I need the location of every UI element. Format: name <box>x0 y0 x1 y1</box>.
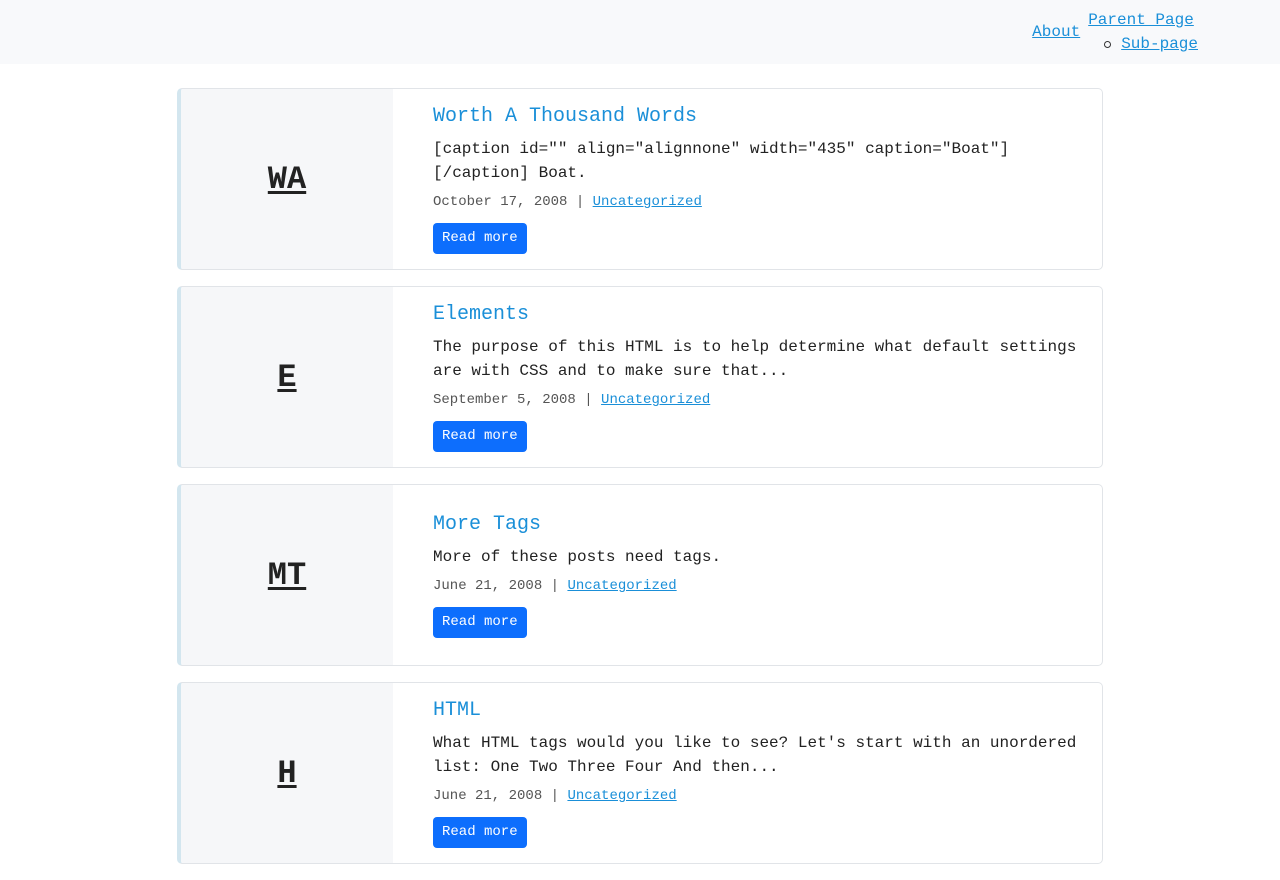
post-category-link[interactable]: Uncategorized <box>567 788 676 804</box>
post-initials-link[interactable]: H <box>277 755 296 792</box>
meta-separator: | <box>550 788 560 804</box>
post-category-link[interactable]: Uncategorized <box>593 194 702 210</box>
read-more-button[interactable]: Read more <box>433 607 527 638</box>
post-excerpt: The purpose of this HTML is to help dete… <box>433 338 1077 380</box>
nav-link-sub-page[interactable]: Sub-page <box>1121 32 1198 56</box>
post-card: E Elements The purpose of this HTML is t… <box>177 286 1103 468</box>
post-category-link[interactable]: Uncategorized <box>567 578 676 594</box>
post-date: June 21, 2008 <box>433 788 543 804</box>
post-meta: September 5, 2008 | Uncategorized <box>433 391 1080 409</box>
post-initials-link[interactable]: E <box>277 359 296 396</box>
nav-link-about[interactable]: About <box>1032 20 1080 44</box>
post-title[interactable]: HTML <box>433 699 1080 723</box>
main-nav: About Parent Page Sub-page <box>1032 8 1198 56</box>
post-meta: October 17, 2008 | Uncategorized <box>433 193 1080 211</box>
post-thumbnail: MT <box>181 485 393 665</box>
post-content: Elements The purpose of this HTML is to … <box>393 287 1102 467</box>
meta-separator: | <box>584 392 593 408</box>
read-more-button[interactable]: Read more <box>433 421 527 452</box>
post-thumbnail: E <box>181 287 393 467</box>
post-date: October 17, 2008 <box>433 194 568 210</box>
post-excerpt: What HTML tags would you like to see? Le… <box>433 734 1077 776</box>
post-category-link[interactable]: Uncategorized <box>601 392 710 408</box>
post-thumbnail: H <box>181 683 393 863</box>
post-thumbnail: WA <box>181 89 393 269</box>
post-title[interactable]: Elements <box>433 303 1080 327</box>
post-date: September 5, 2008 <box>433 392 576 408</box>
post-excerpt: [caption id="" align="alignnone" width="… <box>433 140 1010 182</box>
top-navigation-bar: About Parent Page Sub-page <box>0 0 1280 64</box>
circle-bullet-icon <box>1104 40 1112 48</box>
post-initials-link[interactable]: WA <box>268 161 306 198</box>
post-initials-link[interactable]: MT <box>268 557 306 594</box>
meta-separator: | <box>575 194 585 210</box>
post-meta: June 21, 2008 | Uncategorized <box>433 787 1080 805</box>
post-card: MT More Tags More of these posts need ta… <box>177 484 1103 666</box>
read-more-button[interactable]: Read more <box>433 817 527 848</box>
post-title[interactable]: Worth A Thousand Words <box>433 105 1080 129</box>
post-card: H HTML What HTML tags would you like to … <box>177 682 1103 864</box>
post-date: June 21, 2008 <box>433 578 543 594</box>
post-content: Worth A Thousand Words [caption id="" al… <box>393 89 1102 269</box>
nav-link-parent-page[interactable]: Parent Page <box>1088 8 1198 32</box>
nav-subitem: Sub-page <box>1088 32 1198 56</box>
post-content: More Tags More of these posts need tags.… <box>393 485 1102 665</box>
post-card: WA Worth A Thousand Words [caption id=""… <box>177 88 1103 270</box>
post-meta: June 21, 2008 | Uncategorized <box>433 577 1080 595</box>
meta-separator: | <box>550 578 560 594</box>
post-list: WA Worth A Thousand Words [caption id=""… <box>177 88 1103 880</box>
post-excerpt: More of these posts need tags. <box>433 548 722 566</box>
post-content: HTML What HTML tags would you like to se… <box>393 683 1102 863</box>
nav-parent-group: Parent Page Sub-page <box>1088 8 1198 56</box>
read-more-button[interactable]: Read more <box>433 223 527 254</box>
post-title[interactable]: More Tags <box>433 513 1080 537</box>
